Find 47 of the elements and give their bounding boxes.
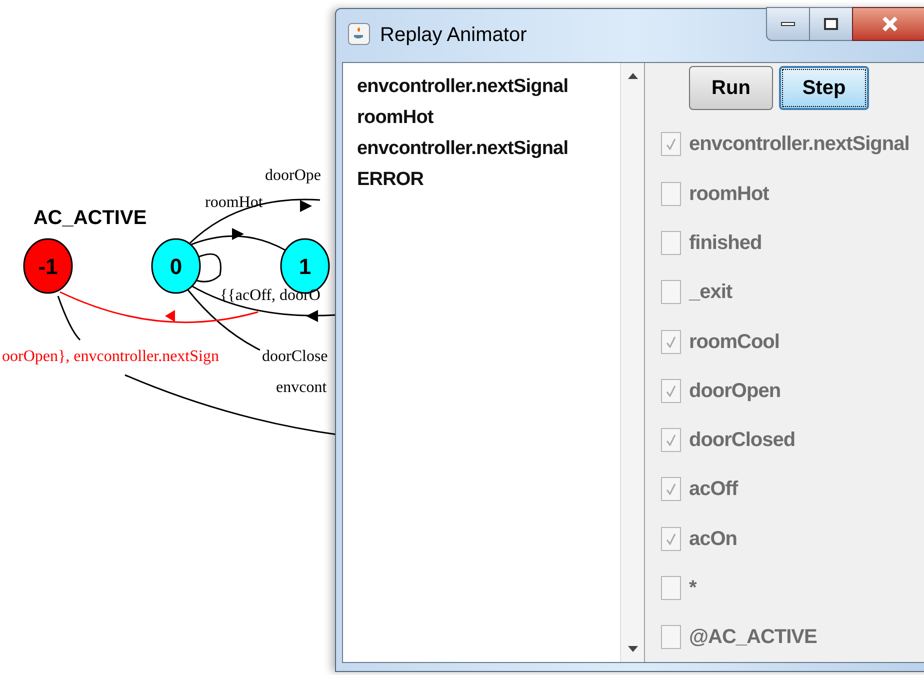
checkbox-label: doorOpen — [689, 378, 781, 404]
window-title: Replay Animator — [380, 23, 527, 47]
trace-item[interactable]: envcontroller.nextSignal — [357, 132, 620, 164]
minimize-button[interactable] — [766, 7, 810, 41]
trace-item[interactable]: envcontroller.nextSignal — [357, 70, 620, 102]
node-label: 1 — [298, 254, 312, 279]
checkmark-icon — [665, 532, 677, 546]
node-label: -1 — [38, 254, 58, 279]
close-icon — [881, 16, 899, 32]
action-button[interactable]: Run — [689, 66, 773, 110]
edge-label: doorOpe — [265, 167, 321, 184]
checkbox-label: acOff — [689, 477, 738, 502]
arrowhead-icon — [165, 310, 175, 322]
checkmark-icon — [665, 384, 677, 398]
edge-label: doorClose — [262, 348, 328, 365]
checkbox-label: finished — [689, 230, 762, 256]
loop-edge — [194, 253, 222, 282]
checkbox-label: * — [689, 576, 696, 602]
checkmark-icon — [665, 137, 677, 152]
checkmark-icon — [665, 334, 677, 349]
edge-label: envcont — [276, 379, 327, 396]
checkmark-icon — [665, 433, 677, 448]
checkbox-label: doorClosed — [689, 428, 796, 454]
scroll-down-icon[interactable] — [628, 646, 638, 652]
arrowhead-icon — [232, 228, 244, 240]
scroll-up-icon[interactable] — [628, 72, 638, 79]
state-label: AC_ACTIVE — [33, 207, 147, 229]
checkbox-label: _exit — [689, 280, 732, 306]
checkbox-label: acOn — [689, 526, 738, 552]
checkbox-label: envcontroller.nextSignal — [689, 132, 910, 158]
scrollbar[interactable] — [620, 62, 644, 662]
checkmark-icon — [665, 482, 677, 496]
action-button[interactable]: Step — [779, 66, 869, 110]
close-button[interactable] — [852, 7, 924, 41]
maximize-button[interactable] — [810, 7, 852, 41]
node-label: 0 — [170, 254, 182, 279]
trace-item[interactable]: ERROR — [357, 164, 620, 195]
edge-label: roomHot — [205, 194, 263, 211]
coffee-cup-icon — [348, 23, 370, 45]
checkbox-label: roomCool — [689, 330, 780, 355]
arrowhead-icon — [300, 200, 312, 212]
checkbox-label: @AC_ACTIVE — [689, 625, 817, 650]
edge-label: oorOpen}, envcontroller.nextSign — [2, 348, 219, 365]
checkbox-label: roomHot — [689, 182, 769, 207]
arrowhead-icon — [306, 310, 318, 322]
edge-line — [57, 296, 81, 340]
trace-item[interactable]: roomHot — [357, 102, 620, 133]
